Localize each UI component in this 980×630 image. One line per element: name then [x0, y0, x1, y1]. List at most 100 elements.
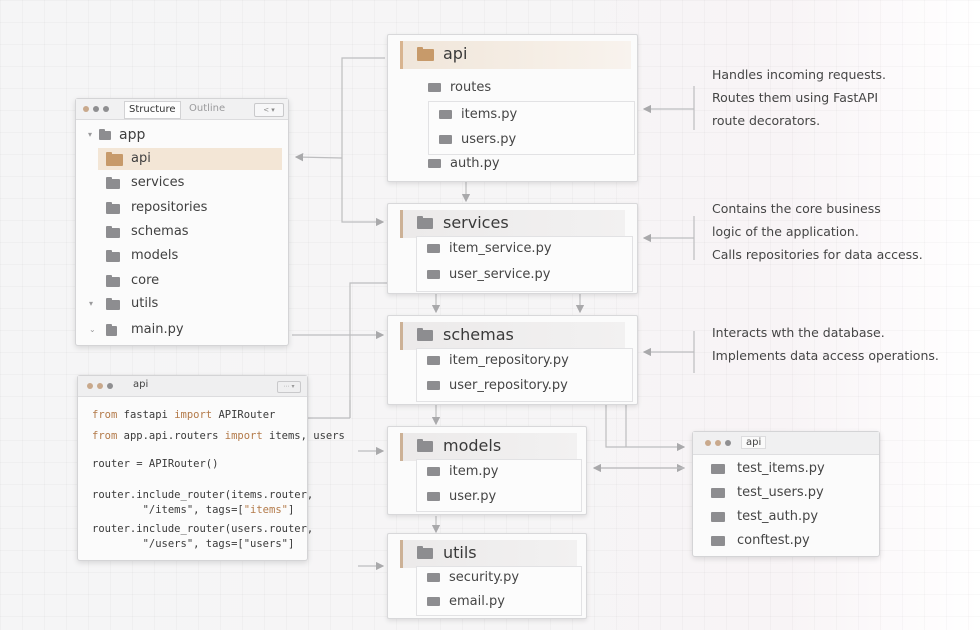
tree-item-services[interactable]: services [98, 172, 282, 194]
folder-icon [106, 250, 120, 262]
folder-open-icon [106, 152, 123, 166]
note-line: logic of the application. [712, 224, 859, 239]
tree-item-api[interactable]: api [98, 148, 282, 170]
module-header: utils [400, 540, 577, 568]
chevron-down-icon[interactable]: ⌄ [89, 319, 96, 341]
python-file-icon [428, 159, 441, 168]
edge-schemas-to-tests [605, 404, 686, 452]
code-titlebar: api ⋯ ▾ [78, 376, 307, 397]
module-utils[interactable]: utils security.py email.py [387, 533, 587, 619]
close-dot-icon[interactable] [87, 383, 93, 389]
item-label: test_items.py [737, 461, 825, 476]
module-header: api [400, 41, 631, 69]
module-title: services [443, 213, 509, 232]
file-explorer-window: Structure Outline < ▾ ▾ app api services… [75, 98, 289, 346]
python-file-icon [427, 597, 440, 606]
schemas-subgroup: item_repository.py user_repository.py [416, 348, 633, 402]
folder-icon [106, 275, 120, 287]
item-label: email.py [449, 594, 505, 609]
code-line: "/users", tags=["users"] [92, 538, 295, 550]
routes-subgroup: items.py users.py [428, 101, 635, 155]
tree-root-app[interactable]: ▾ app [86, 124, 282, 146]
item-label: users.py [461, 132, 517, 147]
maximize-dot-icon[interactable] [107, 383, 113, 389]
item-label: test_users.py [737, 485, 824, 500]
explorer-titlebar: Structure Outline < ▾ [76, 99, 288, 120]
code-line: from app.api.routers import items, users [92, 430, 345, 442]
code-line: "/items", tags=["items"] [92, 504, 295, 516]
tree-label: app [119, 127, 146, 143]
code-line: router.include_router(users.router, [92, 523, 314, 535]
note-schemas: Interacts wth the database. Implements d… [712, 321, 939, 367]
item-label: user_repository.py [449, 378, 568, 393]
models-subgroup: item.py user.py [416, 459, 582, 512]
folder-icon [106, 298, 120, 310]
note-line: Handles incoming requests. [712, 67, 886, 82]
tree-label: main.py [131, 322, 184, 337]
window-controls[interactable] [83, 106, 109, 112]
window-controls[interactable] [87, 383, 113, 389]
maximize-dot-icon[interactable] [725, 440, 731, 446]
module-header: schemas [400, 322, 625, 350]
python-file-icon [427, 270, 440, 279]
item-label: item_repository.py [449, 353, 569, 368]
tree-label: api [131, 151, 151, 166]
editor-menu-icon[interactable]: ⋯ ▾ [277, 381, 301, 393]
tree-label: repositories [131, 200, 208, 215]
tree-item-schemas[interactable]: schemas [98, 221, 282, 243]
window-controls[interactable] [705, 440, 731, 446]
code-line: router.include_router(items.router, [92, 489, 314, 501]
module-models[interactable]: models item.py user.py [387, 426, 587, 515]
tree-item-utils[interactable]: ▾ utils [89, 293, 282, 315]
code-line: router = APIRouter() [92, 458, 219, 470]
module-header: services [400, 210, 625, 238]
code-tab-label[interactable]: api [133, 379, 148, 390]
module-api[interactable]: api routes items.py users.py auth.py [387, 34, 638, 182]
item-label: items.py [461, 107, 518, 122]
minimize-dot-icon[interactable] [97, 383, 103, 389]
close-dot-icon[interactable] [705, 440, 711, 446]
tree-label: utils [131, 296, 159, 311]
code-line: from fastapi import APIRouter [92, 409, 276, 421]
note-line: Interacts wth the database. [712, 325, 885, 340]
tree-item-models[interactable]: models [98, 245, 282, 267]
python-file-icon [106, 324, 117, 336]
python-file-icon [427, 467, 440, 476]
folder-icon [106, 226, 120, 238]
folder-icon [106, 202, 120, 214]
tests-tab-label[interactable]: api [741, 436, 767, 449]
tree-item-core[interactable]: core [98, 270, 282, 292]
chevron-down-icon[interactable]: ▾ [89, 293, 93, 315]
tab-structure[interactable]: Structure [124, 101, 181, 119]
tree-label: models [131, 248, 179, 263]
chevron-down-icon[interactable]: ▾ [88, 124, 92, 146]
python-file-icon [427, 573, 440, 582]
tab-outline[interactable]: Outline [189, 101, 225, 117]
python-file-icon [711, 464, 725, 474]
module-header: models [400, 433, 577, 461]
item-label: auth.py [450, 156, 500, 171]
python-file-icon [711, 488, 725, 498]
item-label: test_auth.py [737, 509, 819, 524]
folder-icon [99, 129, 111, 140]
folder-icon [428, 83, 441, 92]
maximize-dot-icon[interactable] [103, 106, 109, 112]
folder-icon [106, 177, 120, 189]
python-file-icon [427, 244, 440, 253]
module-title: schemas [443, 325, 514, 344]
folder-open-icon [417, 47, 434, 61]
note-services: Contains the core business logic of the … [712, 197, 923, 266]
item-label: user_service.py [449, 267, 551, 282]
tree-item-main-py[interactable]: ⌄ main.py [89, 319, 282, 341]
view-toggle-icon[interactable]: < ▾ [254, 103, 284, 117]
code-editor-window: api ⋯ ▾ from fastapi import APIRouter fr… [77, 375, 345, 561]
module-schemas[interactable]: schemas item_repository.py user_reposito… [387, 315, 638, 405]
tree-item-repositories[interactable]: repositories [98, 197, 282, 219]
tree-label: services [131, 175, 185, 190]
module-services[interactable]: services item_service.py user_service.py [387, 203, 638, 294]
close-dot-icon[interactable] [83, 106, 89, 112]
edge-to-explorer-api [294, 152, 343, 162]
note-line: Calls repositories for data access. [712, 247, 923, 262]
minimize-dot-icon[interactable] [715, 440, 721, 446]
minimize-dot-icon[interactable] [93, 106, 99, 112]
